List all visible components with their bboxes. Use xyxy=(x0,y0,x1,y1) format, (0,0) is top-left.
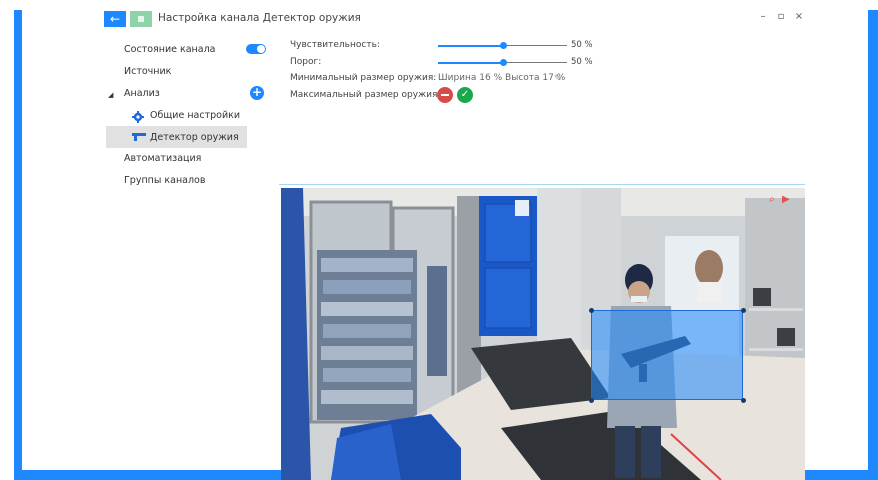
add-analysis-button[interactable]: + xyxy=(250,86,264,100)
collapse-caret-icon[interactable]: ◢ xyxy=(108,91,113,99)
window-border-left xyxy=(14,10,22,480)
sensitivity-value: 50 % xyxy=(571,40,593,50)
zone-handle-top-right[interactable] xyxy=(741,308,746,313)
min-size-label: Минимальный размер оружия: xyxy=(290,73,437,83)
sidebar-item-analysis[interactable]: Анализ xyxy=(124,84,160,104)
app-icon xyxy=(130,11,152,27)
threshold-slider-fill xyxy=(438,62,503,64)
min-size-value: Ширина 16 % Высота 17 % xyxy=(438,73,566,83)
weapon-detection-zone[interactable] xyxy=(591,310,743,400)
confirm-size-button[interactable]: ✓ xyxy=(457,87,473,103)
sensitivity-slider-thumb[interactable] xyxy=(500,42,507,49)
sidebar-item-source[interactable]: Источник xyxy=(124,62,171,82)
close-button[interactable]: × xyxy=(792,11,806,22)
sidebar-item-general-settings[interactable]: Общие настройки xyxy=(150,106,240,126)
play-icon[interactable]: ▶ xyxy=(782,194,790,205)
sensitivity-slider-track[interactable] xyxy=(503,45,567,46)
maximize-button[interactable]: ▫ xyxy=(774,11,788,22)
channel-state-toggle[interactable] xyxy=(246,44,266,54)
sidebar-item-channel-groups[interactable]: Группы каналов xyxy=(124,171,205,191)
sensitivity-slider-fill xyxy=(438,45,503,47)
desktop-frame: ← Настройка канала Детектор оружия – ▫ ×… xyxy=(0,0,878,480)
minimize-button[interactable]: – xyxy=(756,11,770,22)
preview-separator xyxy=(279,184,805,185)
zone-handle-bottom-left[interactable] xyxy=(589,398,594,403)
zoom-icon[interactable]: ⌕ xyxy=(769,194,775,205)
sidebar-item-weapon-detector[interactable]: Детектор оружия xyxy=(150,128,239,148)
window-border-right xyxy=(868,10,878,470)
gear-icon xyxy=(132,111,144,123)
threshold-value: 50 % xyxy=(571,57,593,67)
zone-handle-top-left[interactable] xyxy=(589,308,594,313)
title-bar: ← Настройка канала Детектор оружия – ▫ × xyxy=(22,8,868,32)
max-size-label: Максимальный размер оружия: xyxy=(290,90,441,100)
cancel-size-button[interactable] xyxy=(437,87,453,103)
sidebar-item-automation[interactable]: Автоматизация xyxy=(124,149,201,169)
threshold-slider-track[interactable] xyxy=(503,62,567,63)
sidebar-item-channel-state[interactable]: Состояние канала xyxy=(124,40,215,60)
zone-handle-bottom-right[interactable] xyxy=(741,398,746,403)
window-title: Настройка канала Детектор оружия xyxy=(158,12,361,24)
back-button[interactable]: ← xyxy=(104,11,126,27)
gun-icon xyxy=(132,133,146,141)
edit-pen-icon[interactable]: ✎ xyxy=(554,74,562,84)
sensitivity-label: Чувствительность: xyxy=(290,40,380,50)
threshold-slider-thumb[interactable] xyxy=(500,59,507,66)
threshold-label: Порог: xyxy=(290,57,322,67)
